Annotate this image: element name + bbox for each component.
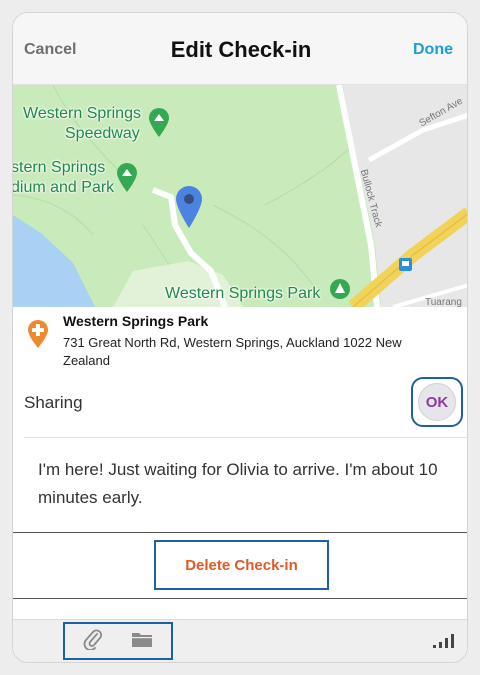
street-tuarang: Tuarang: [425, 297, 462, 307]
map-label-park: Western Springs Park: [165, 285, 321, 302]
map-label-stadium-line2: dium and Park: [13, 179, 115, 196]
map-view[interactable]: Western Springs Speedway stern Springs d…: [13, 85, 467, 307]
divider: [24, 437, 467, 438]
location-plus-icon: [27, 319, 49, 354]
location-address: 731 Great North Rd, Western Springs, Auc…: [63, 335, 402, 368]
map-label-speedway-line2: Speedway: [65, 125, 140, 142]
stadium-marker-icon[interactable]: [116, 162, 138, 194]
paperclip-icon[interactable]: [83, 628, 103, 655]
ok-button-highlight[interactable]: OK: [411, 377, 463, 427]
map-label-stadium-line1: stern Springs: [13, 159, 106, 176]
delete-checkin-button[interactable]: Delete Check-in: [154, 540, 329, 590]
navigation-bar: Cancel Edit Check-in Done: [13, 13, 467, 85]
park-marker-icon[interactable]: [329, 278, 351, 304]
delete-checkin-label: Delete Check-in: [185, 556, 298, 574]
bottom-toolbar: [13, 619, 467, 662]
divider: [13, 598, 467, 599]
checkin-message[interactable]: I'm here! Just waiting for Olivia to arr…: [38, 456, 448, 512]
location-pin-icon[interactable]: [174, 184, 204, 230]
signal-icon: [433, 634, 455, 653]
page-title: Edit Check-in: [170, 37, 312, 62]
device-frame: Cancel Edit Check-in Done Western Spring…: [12, 12, 468, 663]
sharing-row: Sharing OK: [13, 377, 467, 439]
location-row[interactable]: Western Springs Park 731 Great North Rd,…: [13, 307, 467, 377]
sharing-ok-button[interactable]: OK: [418, 383, 456, 421]
folder-icon[interactable]: [131, 630, 153, 653]
divider: [13, 532, 467, 533]
done-button[interactable]: Done: [413, 41, 453, 59]
speedway-marker-icon[interactable]: [148, 107, 170, 139]
map-label-speedway-line1: Western Springs: [23, 105, 141, 122]
attachment-tools-highlight: [63, 622, 173, 660]
location-name: Western Springs Park: [63, 313, 209, 329]
bus-stop-icon[interactable]: [399, 258, 412, 271]
sharing-label: Sharing: [24, 393, 83, 412]
